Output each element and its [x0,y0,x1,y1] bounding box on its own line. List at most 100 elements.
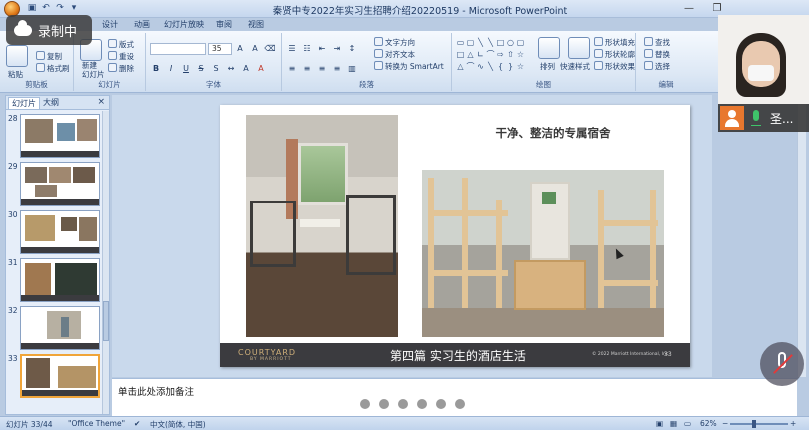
underline-icon[interactable]: U [180,63,192,75]
thumbnail-item[interactable]: 32 [6,305,102,351]
mic-icon[interactable] [751,110,761,126]
sorter-view-icon[interactable]: ▦ [670,419,677,428]
strikethrough-icon[interactable]: S [195,63,207,75]
shape15-icon[interactable]: △ [456,61,465,72]
user-icon[interactable] [720,106,744,130]
customize-icon[interactable]: ▾ [68,2,80,14]
line2-shape-icon[interactable]: ╲ [486,37,495,48]
zoom-out-icon[interactable]: − [722,419,728,428]
italic-icon[interactable]: I [165,63,177,75]
save-icon[interactable]: ▣ [26,2,38,14]
pane-scrollbar[interactable] [102,111,109,414]
quick-styles-icon[interactable] [568,37,590,59]
align-text-button[interactable]: 对齐文本 [374,49,415,60]
shape21-icon[interactable]: ☆ [516,61,525,72]
zoom-slider-thumb[interactable] [752,420,756,428]
brace-left-icon[interactable]: { [496,61,505,72]
dorm-photo-right[interactable] [422,170,664,337]
angle-shape-icon[interactable]: ∟ [476,49,485,60]
right-arrow-shape-icon[interactable]: ⇨ [496,49,505,60]
new-slide-button[interactable]: 新建 幻灯片 [82,61,105,79]
shadow-icon[interactable]: S [210,63,222,75]
current-slide[interactable]: 干净、整洁的专属宿舍 COURTYARD BY MARRIOTT 第四篇 实习生… [220,105,690,367]
quick-styles-button[interactable]: 快速样式 [560,61,590,72]
rect-shape-icon[interactable]: □ [496,37,505,48]
normal-view-icon[interactable]: ▣ [656,419,663,428]
notes-pane[interactable]: 单击此处添加备注 [112,378,797,416]
arrange-button[interactable]: 排列 [540,61,555,72]
thumbnail-item[interactable]: 31 [6,257,102,303]
tab-review[interactable]: 审阅 [216,19,232,30]
paste-icon[interactable] [6,45,28,67]
notes-placeholder[interactable]: 单击此处添加备注 [118,384,194,398]
thumbnail-item[interactable]: 33 [6,353,102,399]
pager-dot[interactable] [398,399,408,409]
font-color-icon[interactable]: A [255,63,267,75]
shape-effects-button[interactable]: 形状效果 [594,61,635,72]
text-direction-button[interactable]: 文字方向 [374,37,415,48]
tab-slideshow[interactable]: 幻灯片放映 [164,19,204,30]
slideshow-view-icon[interactable]: ▭ [684,419,691,428]
justify-icon[interactable]: ≡ [331,63,343,75]
tab-view[interactable]: 视图 [248,19,264,30]
align-right-icon[interactable]: ≡ [316,63,328,75]
zoom-level[interactable]: 62% [700,419,717,428]
box-shape-icon[interactable]: ▢ [466,37,475,48]
star-shape-icon[interactable]: ☆ [516,49,525,60]
slide-thumbnail-selected[interactable] [20,354,100,398]
shape16-icon[interactable]: ⌒ [466,61,475,72]
shape-fill-button[interactable]: 形状填充 [594,37,635,48]
columns-icon[interactable]: ▥ [346,63,358,75]
layout-button[interactable]: 版式 [108,39,134,50]
spacing-icon[interactable]: ↔ [225,63,237,75]
arrange-icon[interactable] [538,37,560,59]
arc-shape-icon[interactable]: ⌒ [486,49,495,60]
pager-dot[interactable] [417,399,427,409]
thumbnail-item[interactable]: 28 [6,113,102,159]
slide-thumbnail[interactable] [20,258,100,302]
close-icon[interactable]: × [97,97,105,107]
shape18-icon[interactable]: ╲ [486,61,495,72]
tab-slides[interactable]: 幻灯片 [8,97,40,109]
line-spacing-icon[interactable]: ↕ [346,43,358,55]
minimize-icon[interactable]: — [675,0,703,17]
mute-button[interactable] [760,342,804,386]
delete-button[interactable]: 删除 [108,63,134,74]
redo-icon[interactable]: ↷ [54,2,66,14]
tab-design[interactable]: 设计 [102,19,118,30]
pager-dot[interactable] [360,399,370,409]
shrink-font-icon[interactable]: A [249,43,261,55]
bullets-icon[interactable]: ☰ [286,43,298,55]
indent-less-icon[interactable]: ⇤ [316,43,328,55]
tri-shape-icon[interactable]: △ [466,49,475,60]
select-button[interactable]: 选择 [644,61,670,72]
line-shape-icon[interactable]: ╲ [476,37,485,48]
font-name-combo[interactable] [150,43,206,55]
oval-shape-icon[interactable]: ○ [506,37,515,48]
zoom-in-icon[interactable]: + [790,419,796,428]
indent-more-icon[interactable]: ⇥ [331,43,343,55]
replace-button[interactable]: 替换 [644,49,670,60]
pager-dot[interactable] [379,399,389,409]
align-left-icon[interactable]: ≡ [286,63,298,75]
slide-thumbnail[interactable] [20,306,100,350]
brace-right-icon[interactable]: } [506,61,515,72]
slide-scrollbar[interactable] [797,95,806,377]
tab-outline[interactable]: 大纲 [40,97,62,109]
rect2-shape-icon[interactable]: □ [456,49,465,60]
recording-badge[interactable]: 录制中 [6,15,92,45]
shapes-gallery[interactable]: ▭ ▢ ╲ ╲ □ ○ ▢ □ △ ∟ ⌒ ⇨ ⇧ ☆ △ ⌒ ∿ ╲{} ☆ [456,37,526,72]
rrect-shape-icon[interactable]: ▢ [516,37,525,48]
participant-video[interactable] [718,15,809,104]
language[interactable]: 中文(简体, 中国) [150,419,206,430]
undo-icon[interactable]: ↶ [40,2,52,14]
find-button[interactable]: 查找 [644,37,670,48]
clear-format-icon[interactable]: ⌫ [264,43,276,55]
case-icon[interactable]: A [240,63,252,75]
grow-font-icon[interactable]: A [234,43,246,55]
up-arrow-shape-icon[interactable]: ⇧ [506,49,515,60]
shape-outline-button[interactable]: 形状轮廓 [594,49,635,60]
smartart-button[interactable]: 转换为 SmartArt [374,61,444,72]
copy-button[interactable]: 复制 [36,51,62,62]
textbox-shape-icon[interactable]: ▭ [456,37,465,48]
